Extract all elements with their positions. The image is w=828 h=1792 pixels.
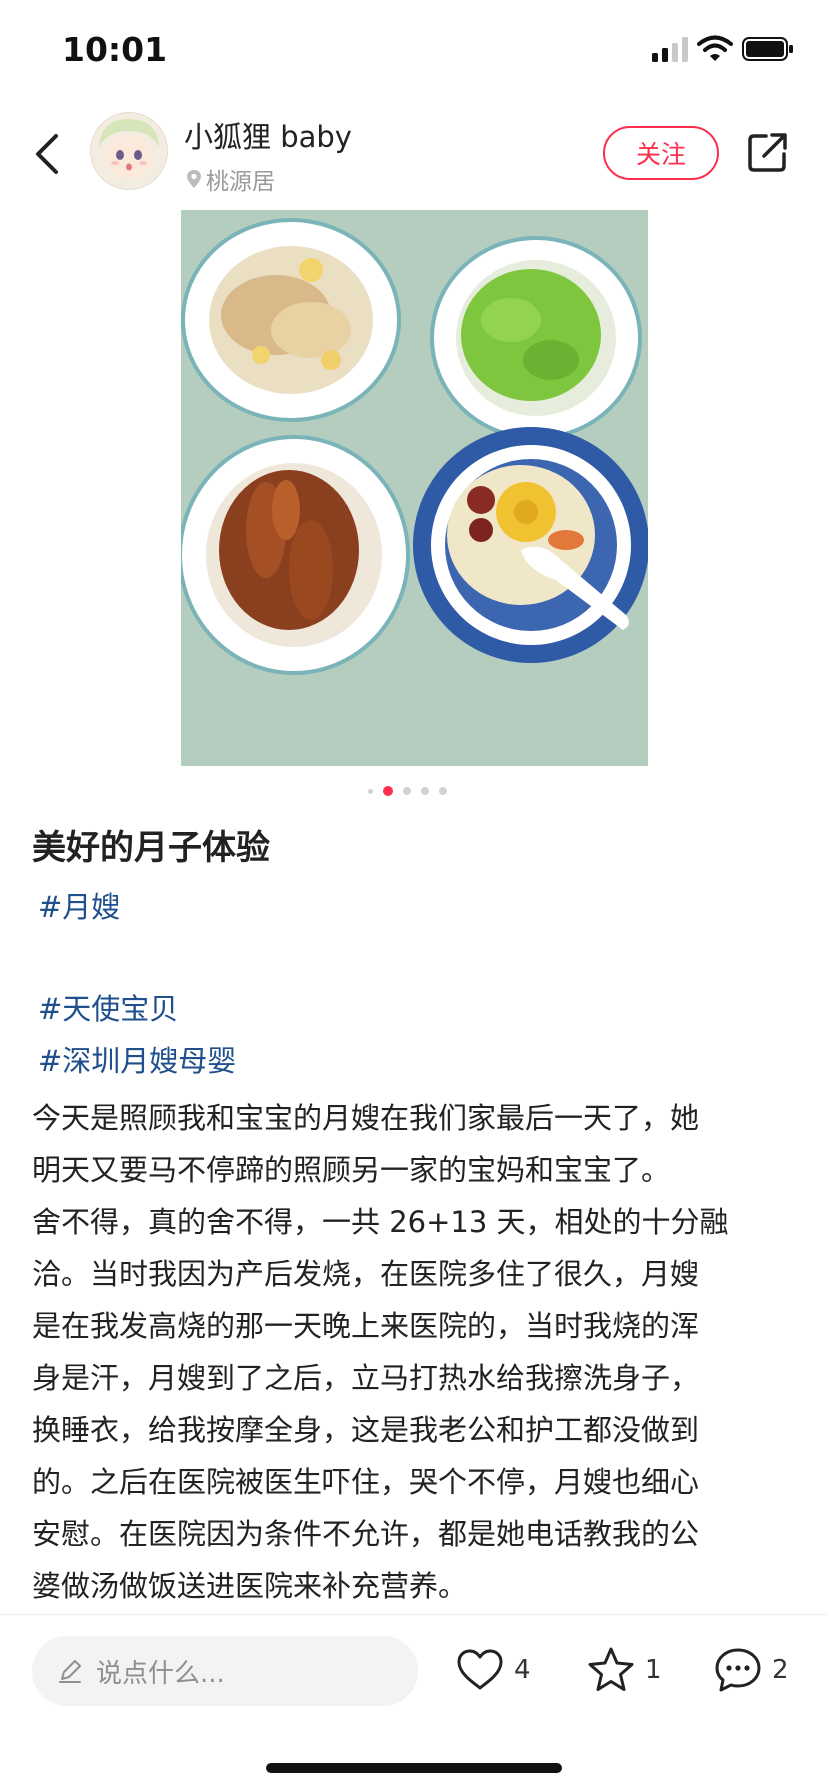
heart-icon [457,1649,503,1690]
like-count: 4 [514,1655,531,1685]
comment-placeholder: 说点什么... [96,1658,225,1689]
back-button[interactable] [26,126,70,182]
post-body-line: 洽。当时我因为产后发烧，在医院多住了很久，月嫂 [32,1257,700,1291]
status-bar: 10:01 [0,0,828,100]
comment-count: 2 [772,1655,789,1685]
plate-bean-sprouts [181,218,401,422]
pagination-dot [368,788,373,794]
pagination-dot [421,787,429,795]
plate-chicken-feet [181,435,410,675]
bottom-bar-divider [0,1614,828,1615]
post-photo[interactable] [181,210,648,766]
post-title: 美好的月子体验 [32,828,270,868]
post-body-line: 的。之后在医院被医生吓住，哭个不停，月嫂也细心 [32,1465,700,1499]
pagination-dot-active [383,786,393,796]
gallery-pagination [368,786,457,796]
post-body-line: 安慰。在医院因为条件不允许，都是她电话教我的公 [32,1517,700,1551]
share-icon[interactable] [744,128,792,176]
comment-button[interactable]: 2 [712,1644,789,1696]
post-body: 今天是照顾我和宝宝的月嫂在我们家最后一天了，她 明天又要马不停蹄的照顾另一家的宝… [32,1092,794,1612]
wifi-icon [697,35,733,61]
like-button[interactable]: 4 [454,1644,531,1696]
post-body-line: 婆做汤做饭送进医院来补充营养。 [32,1569,468,1603]
hashtag-link[interactable]: #深圳月嫂母婴 [38,1038,236,1080]
post-body-line: 明天又要马不停蹄的照顾另一家的宝妈和宝宝了。 [32,1153,671,1187]
hashtag-link[interactable]: #天使宝贝 [38,986,178,1028]
post-detail-page: 10:01 小狐狸 baby 桃源居 关注 美好的月子体验 #月嫂 #天使宝贝 … [0,0,828,1792]
pagination-dot [403,787,411,795]
bowl-corn-soup [413,427,648,663]
author-name[interactable]: 小狐狸 baby [184,114,352,156]
cellular-signal-icon [652,36,688,62]
post-body-line: 换睡衣，给我按摩全身，这是我老公和护工都没做到 [32,1413,700,1447]
author-avatar[interactable] [90,112,168,190]
post-body-line: 是在我发高烧的那一天晚上来医院的，当时我烧的浑 [32,1309,700,1343]
status-time: 10:01 [62,30,168,69]
post-header: 小狐狸 baby 桃源居 关注 [0,100,828,210]
location-row[interactable]: 桃源居 [186,162,275,196]
pagination-dot [439,787,447,795]
plate-green-noodles [430,236,642,440]
battery-icon [742,37,793,61]
food-photo-illustration [181,210,648,766]
post-body-line: 今天是照顾我和宝宝的月嫂在我们家最后一天了，她 [32,1101,700,1135]
location-text: 桃源居 [206,169,275,195]
comment-bubble-icon [715,1648,761,1692]
post-body-line: 舍不得，真的舍不得，一共 26+13 天，相处的十分融 [32,1205,729,1239]
follow-button[interactable]: 关注 [603,126,719,180]
comment-input[interactable]: 说点什么... [32,1636,418,1706]
hashtag-link[interactable]: #月嫂 [38,884,120,926]
favorite-button[interactable]: 1 [585,1644,662,1696]
avatar-illustration [91,113,167,189]
post-body-line: 身是汗，月嫂到了之后，立马打热水给我擦洗身子， [32,1361,700,1395]
favorite-count: 1 [645,1655,662,1685]
star-icon [588,1647,634,1691]
home-indicator[interactable] [266,1763,562,1773]
pen-icon [59,1660,81,1683]
location-pin-icon [187,170,201,188]
